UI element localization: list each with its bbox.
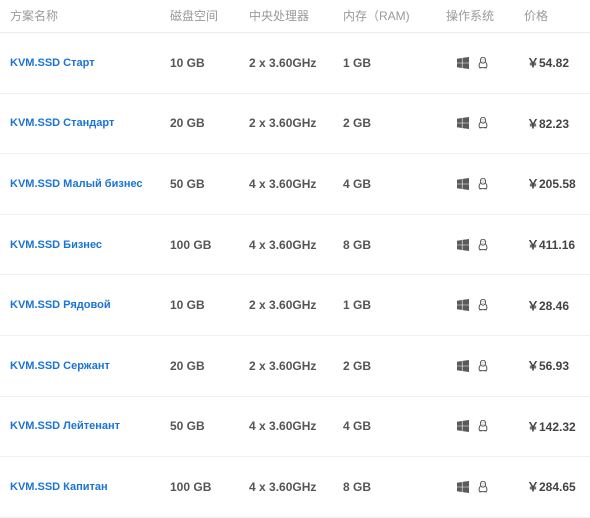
plan-cell: KVM.SSD Бизнес (10, 215, 102, 275)
vps-plans-table: 方案名称 磁盘空间 中央处理器 内存（RAM) 操作系统 价格 KVM.SSD … (0, 0, 590, 518)
os-cell (457, 154, 488, 214)
disk-value: 50 GB (170, 176, 205, 191)
cpu-value: 4 x 3.60GHz (249, 237, 317, 252)
column-header-plan: 方案名称 (10, 9, 59, 23)
os-cell (457, 336, 488, 396)
windows-icon (457, 420, 469, 433)
os-cell (457, 457, 488, 517)
windows-icon (457, 177, 469, 190)
linux-icon (478, 177, 488, 190)
disk-value: 100 GB (170, 237, 212, 252)
ram-value: 4 GB (343, 419, 372, 434)
price-value: ￥82.23 (527, 116, 570, 131)
windows-icon (457, 480, 469, 493)
cpu-value: 4 x 3.60GHz (249, 479, 317, 494)
plan-name-link[interactable]: KVM.SSD Стандарт (10, 117, 114, 129)
column-header-cpu: 中央处理器 (249, 9, 310, 23)
os-cell (457, 215, 488, 275)
plan-name-link[interactable]: KVM.SSD Сержант (10, 360, 110, 372)
price-value: ￥411.16 (527, 238, 576, 253)
table-header: 方案名称 磁盘空间 中央处理器 内存（RAM) 操作系统 价格 (0, 0, 590, 33)
price-value: ￥205.58 (527, 177, 576, 192)
plan-cell: KVM.SSD Лейтенант (10, 397, 120, 457)
linux-icon (478, 359, 488, 372)
ram-value: 8 GB (343, 237, 372, 252)
table-row: KVM.SSD Капитан 100 GB 4 x 3.60GHz 8 GB ￥284… (0, 457, 590, 518)
cpu-value: 2 x 3.60GHz (249, 358, 317, 373)
table-row: KVM.SSD Малый бизнес 50 GB 4 x 3.60GHz 4 GB… (0, 154, 590, 215)
ram-value: 1 GB (343, 298, 372, 313)
ram-value: 2 GB (343, 116, 372, 131)
column-header-price: 价格 (524, 9, 549, 23)
disk-value: 10 GB (170, 55, 205, 70)
plan-name-link[interactable]: KVM.SSD Капитан (10, 481, 108, 493)
table-row: KVM.SSD Лейтенант 50 GB 4 x 3.60GHz 4 GB ￥14… (0, 397, 590, 458)
disk-value: 20 GB (170, 116, 205, 131)
table-row: KVM.SSD Бизнес 100 GB 4 x 3.60GHz 8 GB ￥411.… (0, 215, 590, 276)
plan-name-link[interactable]: KVM.SSD Бизнес (10, 239, 102, 251)
os-cell (457, 94, 488, 154)
table-body: KVM.SSD Старт 10 GB 2 x 3.60GHz 1 GB ￥54.82 K… (0, 33, 590, 518)
disk-value: 100 GB (170, 479, 212, 494)
column-header-disk: 磁盘空间 (170, 9, 219, 23)
disk-value: 20 GB (170, 358, 205, 373)
cpu-value: 4 x 3.60GHz (249, 176, 317, 191)
windows-icon (457, 56, 469, 69)
windows-icon (457, 299, 469, 312)
plan-cell: KVM.SSD Старт (10, 33, 95, 93)
table-row: KVM.SSD Старт 10 GB 2 x 3.60GHz 1 GB ￥54.82 (0, 33, 590, 94)
ram-value: 2 GB (343, 358, 372, 373)
windows-icon (457, 238, 469, 251)
ram-value: 8 GB (343, 479, 372, 494)
column-header-os: 操作系统 (446, 9, 495, 23)
price-value: ￥54.82 (527, 56, 570, 71)
plan-cell: KVM.SSD Сержант (10, 336, 110, 396)
linux-icon (478, 420, 488, 432)
linux-icon (478, 117, 488, 129)
cpu-value: 2 x 3.60GHz (249, 298, 317, 313)
price-value: ￥28.46 (527, 298, 570, 313)
disk-value: 50 GB (170, 419, 205, 434)
os-cell (457, 275, 488, 335)
cpu-value: 2 x 3.60GHz (249, 55, 317, 70)
plan-name-link[interactable]: KVM.SSD Малый бизнес (10, 178, 143, 190)
ram-value: 4 GB (343, 176, 372, 191)
plan-cell: KVM.SSD Малый бизнес (10, 154, 143, 214)
linux-icon (478, 56, 488, 69)
plan-name-link[interactable]: KVM.SSD Лейтенант (10, 420, 120, 432)
linux-icon (478, 299, 488, 311)
cpu-value: 2 x 3.60GHz (249, 116, 317, 131)
table-row: KVM.SSD Сержант 20 GB 2 x 3.60GHz 2 GB ￥56.9… (0, 336, 590, 397)
os-cell (457, 397, 488, 457)
os-cell (457, 33, 488, 93)
plan-name-link[interactable]: KVM.SSD Старт (10, 57, 95, 69)
price-value: ￥284.65 (527, 480, 576, 495)
ram-value: 1 GB (343, 55, 372, 70)
plan-cell: KVM.SSD Капитан (10, 457, 108, 517)
price-value: ￥142.32 (527, 419, 576, 434)
disk-value: 10 GB (170, 298, 205, 313)
column-header-ram: 内存（RAM) (343, 9, 410, 23)
windows-icon (457, 359, 469, 372)
price-value: ￥56.93 (527, 359, 570, 374)
plan-cell: KVM.SSD Рядовой (10, 275, 111, 335)
table-row: KVM.SSD Стандарт 20 GB 2 x 3.60GHz 2 GB ￥82.… (0, 94, 590, 155)
linux-icon (478, 480, 488, 493)
windows-icon (457, 117, 469, 130)
cpu-value: 4 x 3.60GHz (249, 419, 317, 434)
table-row: KVM.SSD Рядовой 10 GB 2 x 3.60GHz 1 GB ￥28.4… (0, 275, 590, 336)
plan-name-link[interactable]: KVM.SSD Рядовой (10, 299, 111, 311)
linux-icon (478, 238, 488, 251)
plan-cell: KVM.SSD Стандарт (10, 94, 114, 154)
